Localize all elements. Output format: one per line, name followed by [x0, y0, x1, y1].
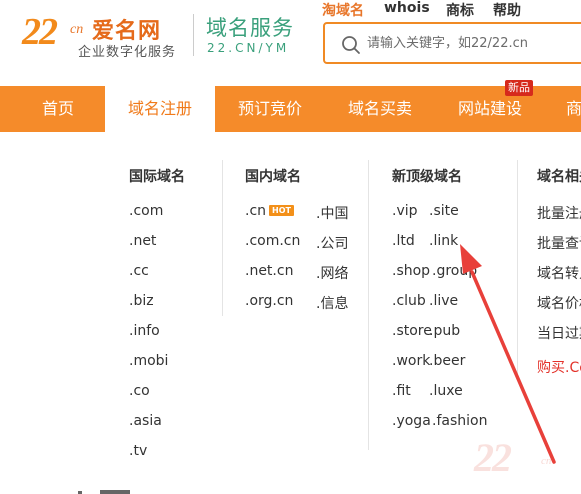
watermark-logo: 22 — [474, 435, 512, 480]
clipped-bottom-fragment — [78, 490, 130, 494]
annotation-arrow — [460, 244, 556, 464]
watermark-cn: cn — [541, 455, 552, 467]
